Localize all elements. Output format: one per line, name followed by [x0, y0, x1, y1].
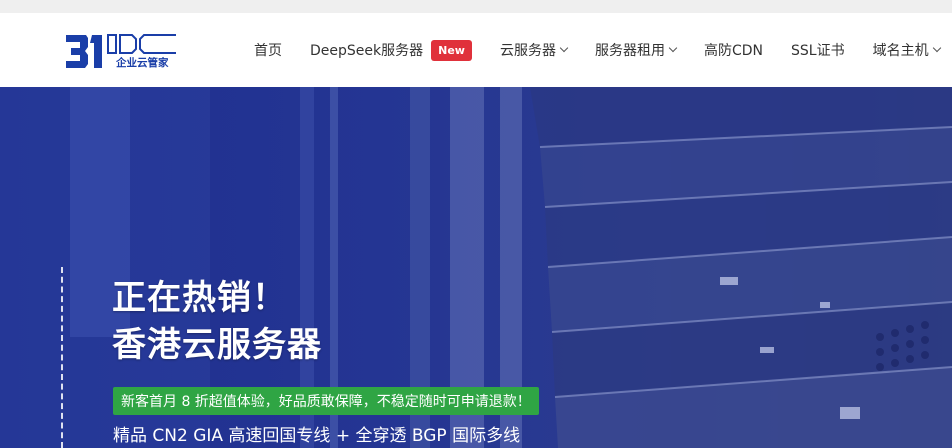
main-nav: 首页 DeepSeek服务器 New 云服务器 服务器租用 高防CDN SSL证…: [254, 13, 941, 87]
nav-home-label: 首页: [254, 43, 282, 59]
nav-domain-label: 域名主机: [872, 43, 929, 59]
hero-title-line1: 正在热销！: [112, 278, 287, 318]
nav-cdn[interactable]: 高防CDN: [704, 40, 763, 60]
navbar: 企业云管家 首页 DeepSeek服务器 New 云服务器 服务器租用 高防CD…: [0, 13, 952, 87]
nav-domain[interactable]: 域名主机: [872, 40, 941, 60]
promo-badge: 新客首月 8 折超值体验，好品质敢保障，不稳定随时可申请退款！: [113, 387, 539, 415]
nav-deepseek-label: DeepSeek服务器: [310, 43, 424, 59]
chevron-down-icon: [932, 43, 941, 53]
nav-home[interactable]: 首页: [254, 40, 282, 60]
hero-banner[interactable]: 正在热销！ 香港云服务器 新客首月 8 折超值体验，好品质敢保障，不稳定随时可申…: [0, 87, 952, 448]
nav-cloud-server[interactable]: 云服务器: [499, 40, 569, 60]
nav-cloud-label: 云服务器: [499, 43, 556, 59]
dashed-accent-line: [61, 267, 63, 448]
top-strip: [0, 0, 952, 13]
logo-subtext: 企业云管家: [115, 56, 169, 69]
hero-title-line2: 香港云服务器: [112, 325, 322, 365]
hero-subtitle: 精品 CN2 GIA 高速回国专线 + 全穿透 BGP 国际多线: [113, 426, 521, 446]
nav-ssl-label: SSL证书: [791, 43, 845, 59]
nav-rental-label: 服务器租用: [594, 43, 665, 59]
chevron-down-icon: [559, 43, 569, 53]
nav-ssl[interactable]: SSL证书: [791, 40, 845, 60]
logo[interactable]: 企业云管家: [64, 31, 182, 83]
nav-server-rental[interactable]: 服务器租用: [594, 40, 678, 60]
chevron-down-icon: [668, 43, 678, 53]
nav-cdn-label: 高防CDN: [703, 43, 763, 59]
nav-deepseek[interactable]: DeepSeek服务器 New: [310, 39, 472, 61]
new-badge: New: [431, 39, 472, 61]
